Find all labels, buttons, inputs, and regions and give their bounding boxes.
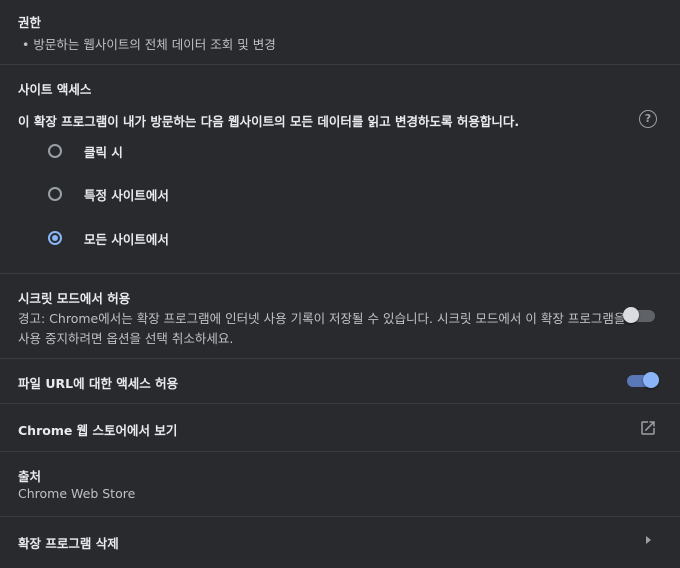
open-in-new-icon[interactable] [639, 419, 657, 437]
file-url-title: 파일 URL에 대한 액세스 허용 [18, 376, 179, 391]
site-access-description: 이 확장 프로그램이 내가 방문하는 다음 웹사이트의 모든 데이터를 읽고 변… [18, 114, 520, 129]
extension-details-page: 권한 • 방문하는 웹사이트의 전체 데이터 조회 및 변경 사이트 액세스 이… [0, 0, 680, 568]
radio-label: 클릭 시 [84, 144, 123, 160]
radio-specific-sites[interactable]: 특정 사이트에서 [48, 183, 169, 205]
incognito-toggle[interactable] [623, 307, 655, 323]
help-circle-icon[interactable]: ? [639, 110, 657, 128]
file-url-toggle[interactable] [627, 372, 659, 388]
radio-button[interactable] [48, 144, 62, 158]
source-value: Chrome Web Store [18, 486, 136, 501]
divider [0, 403, 680, 404]
incognito-title: 시크릿 모드에서 허용 [18, 291, 131, 306]
chevron-right-icon[interactable] [646, 536, 651, 544]
radio-button-selected[interactable] [48, 231, 62, 245]
radio-button[interactable] [48, 187, 62, 201]
permission-item-text: 방문하는 웹사이트의 전체 데이터 조회 및 변경 [33, 37, 276, 52]
divider [0, 451, 680, 452]
divider [0, 64, 680, 65]
radio-label: 특정 사이트에서 [84, 187, 169, 203]
site-access-title: 사이트 액세스 [18, 82, 92, 97]
web-store-link[interactable]: Chrome 웹 스토어에서 보기 [18, 420, 177, 439]
incognito-warning-line1: 경고: Chrome에서는 확장 프로그램에 인터넷 사용 기록이 저장될 수 … [18, 311, 626, 326]
radio-all-sites[interactable]: 모든 사이트에서 [48, 227, 169, 249]
remove-extension-button[interactable]: 확장 프로그램 삭제 [18, 533, 119, 552]
toggle-knob [643, 372, 659, 388]
radio-on-click[interactable]: 클릭 시 [48, 140, 123, 162]
divider [0, 358, 680, 359]
divider [0, 516, 680, 517]
incognito-warning-line2: 사용 중지하려면 옵션을 선택 취소하세요. [18, 331, 234, 346]
toggle-knob [623, 307, 639, 323]
permissions-title: 권한 [18, 15, 42, 30]
source-title: 출처 [18, 469, 42, 484]
radio-label: 모든 사이트에서 [84, 231, 169, 247]
divider [0, 273, 680, 274]
permission-item: • 방문하는 웹사이트의 전체 데이터 조회 및 변경 [22, 37, 276, 52]
